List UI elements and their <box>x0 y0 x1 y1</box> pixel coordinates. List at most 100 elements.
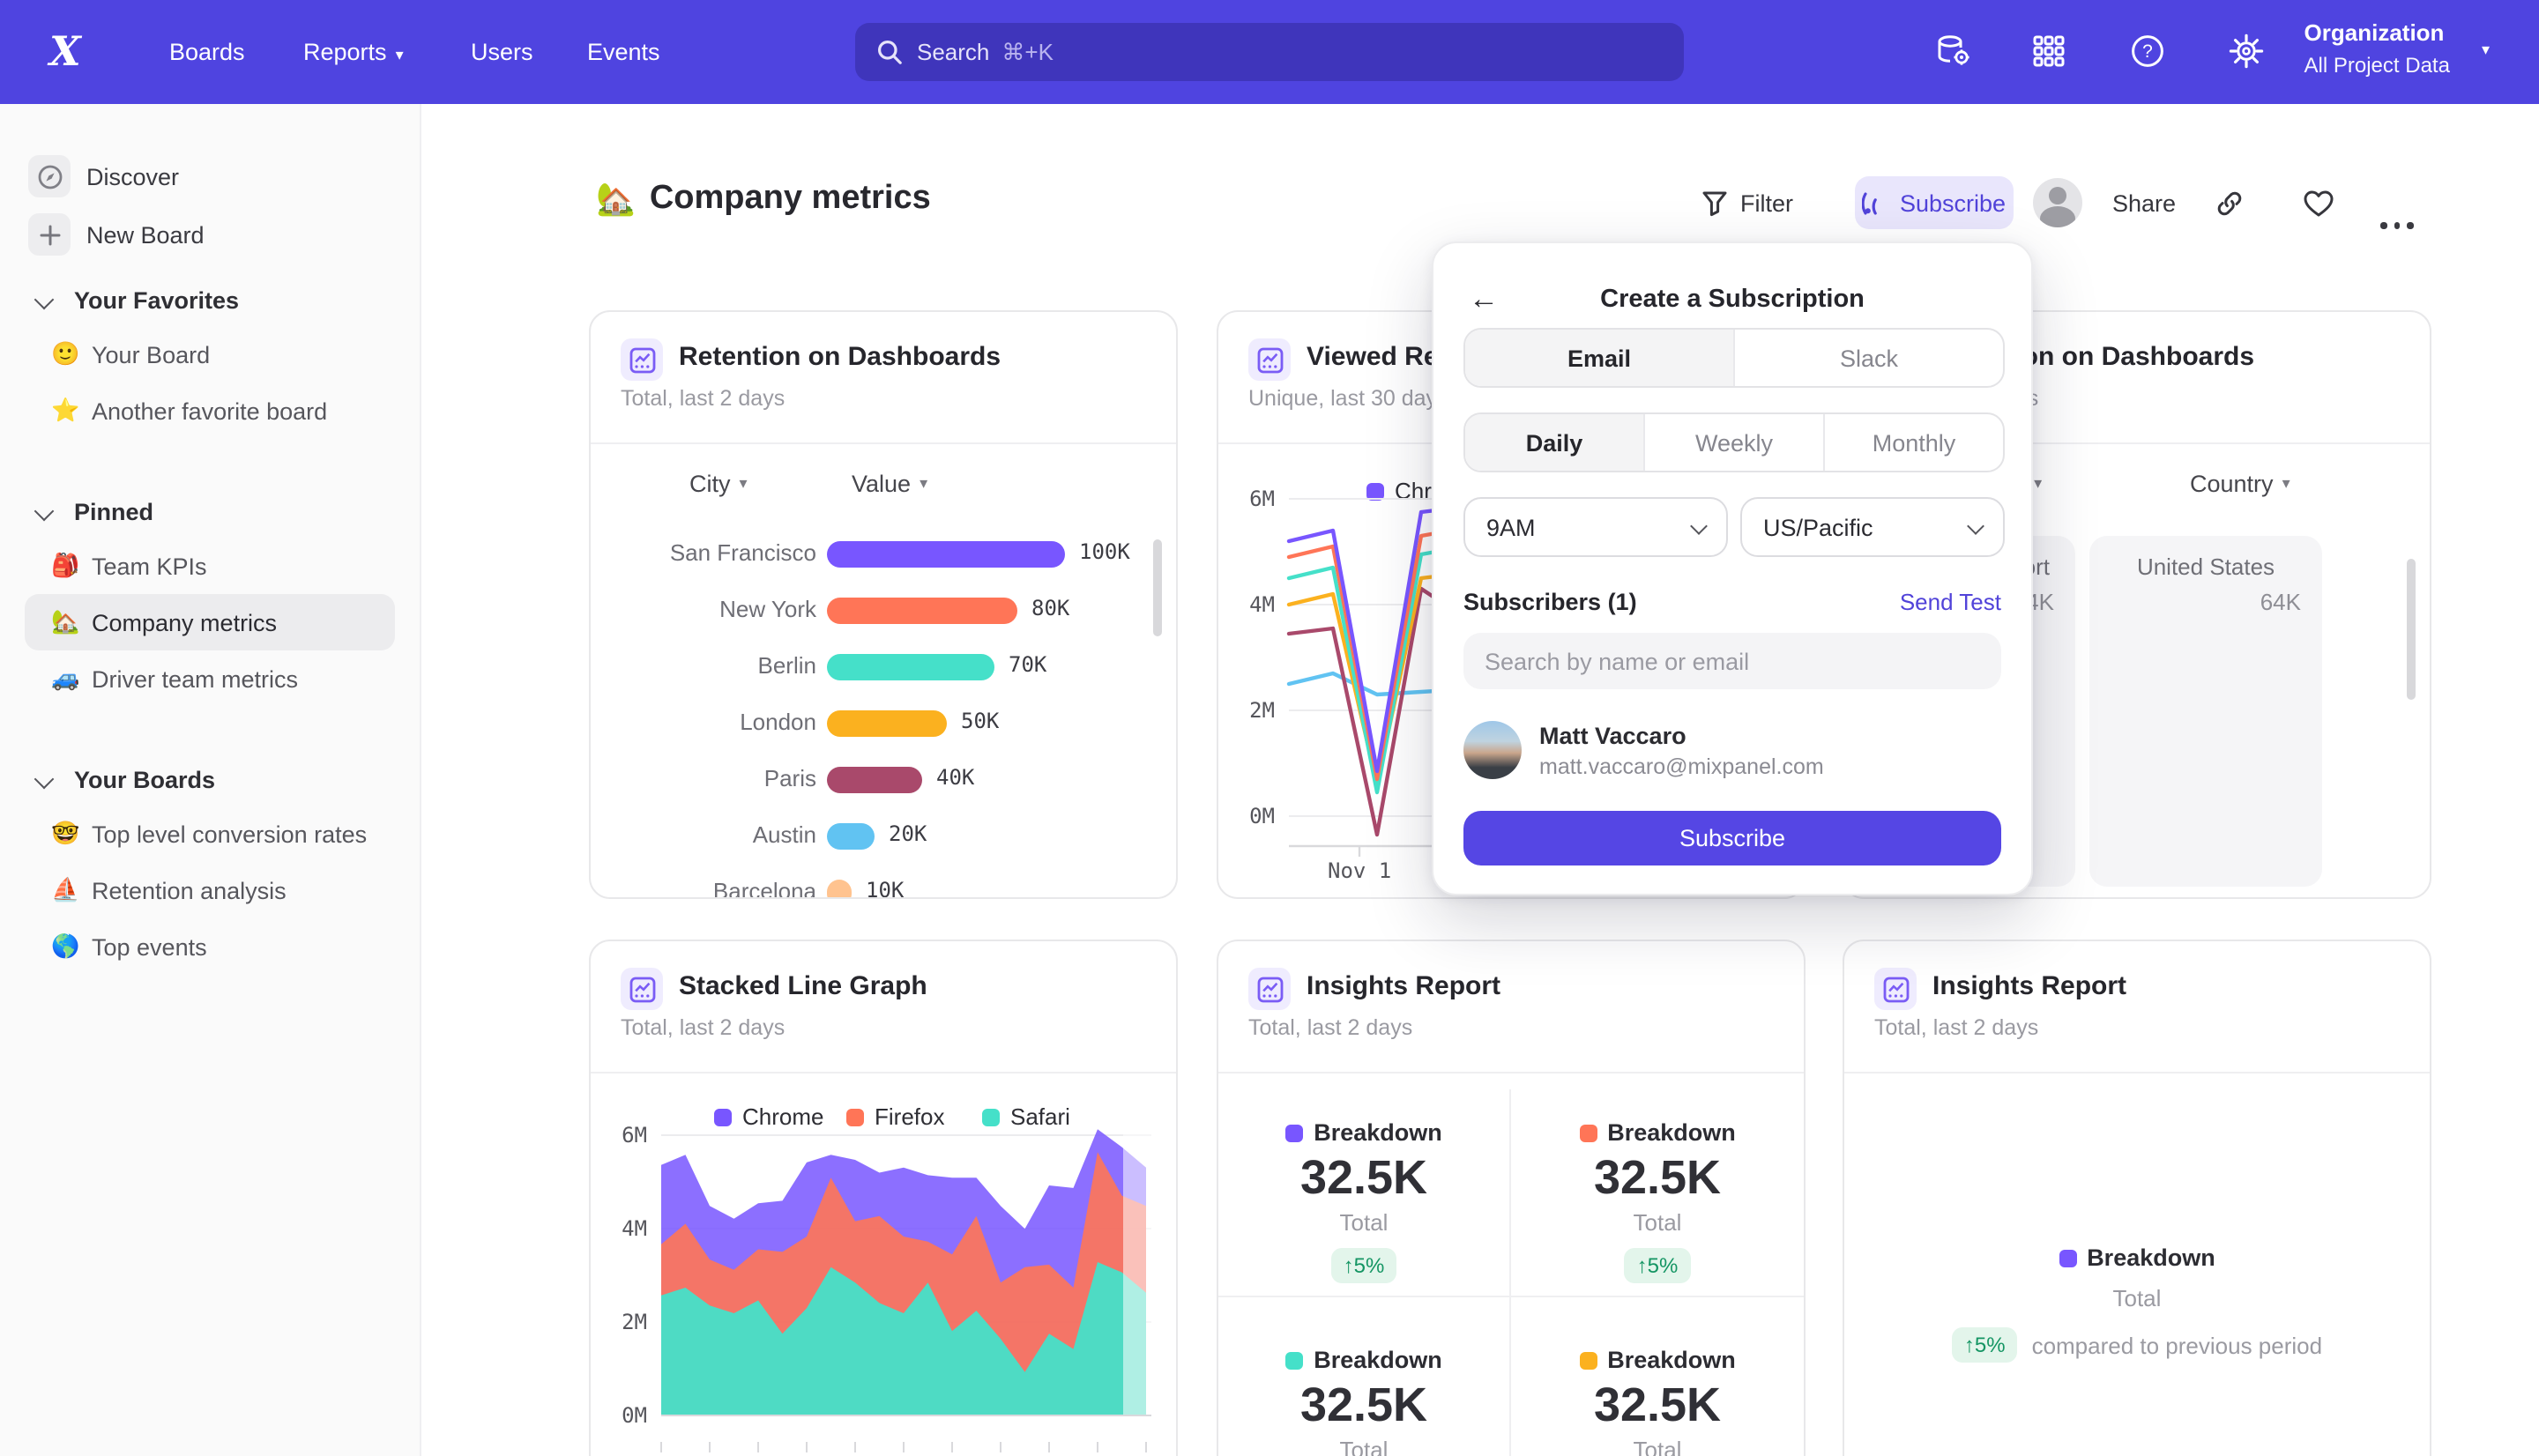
org-name: Organization <box>2304 16 2450 51</box>
column-header-city[interactable]: City <box>689 471 748 497</box>
column-header-country[interactable]: Country <box>2190 471 2290 497</box>
table-row[interactable]: Austin20K <box>591 807 1176 864</box>
sidebar-item-team-kpis[interactable]: 🎒Team KPIs <box>0 538 420 594</box>
subscribe-button[interactable]: Subscribe <box>1855 176 2014 229</box>
data-management-icon[interactable] <box>1932 30 1975 72</box>
chevron-down-icon <box>2482 32 2490 63</box>
timezone-select[interactable]: US/Pacific <box>1740 497 2005 557</box>
sidebar-section-header[interactable]: Your Boards <box>0 753 420 806</box>
x-axis-tick: Nov 1 <box>1328 858 1391 883</box>
y-axis-tick: 2M <box>1229 698 1275 723</box>
kpi-quadrant[interactable]: Breakdown32.5KTotal↑5% <box>1218 1089 1509 1283</box>
sidebar-item-driver-team-metrics[interactable]: 🚙Driver team metrics <box>0 650 420 707</box>
scrollbar[interactable] <box>2407 559 2416 700</box>
chevron-down-icon <box>34 769 55 790</box>
card-subtitle: Unique, last 30 days <box>1248 386 1448 411</box>
sidebar-item-new-board[interactable]: New Board <box>0 208 420 261</box>
card-subtitle: Total, last 2 days <box>1248 1015 1412 1040</box>
bar <box>827 710 947 737</box>
sidebar-item-company-metrics[interactable]: 🏡Company metrics <box>25 594 395 650</box>
tab-daily[interactable]: Daily <box>1465 414 1643 471</box>
report-icon <box>1874 968 1917 1010</box>
filter-button[interactable]: Filter <box>1701 176 1793 229</box>
table-row[interactable]: Paris40K <box>591 751 1176 807</box>
card-subtitle: Total, last 2 days <box>621 386 785 411</box>
chevron-down-icon <box>1967 516 1984 534</box>
table-row[interactable]: London50K <box>591 695 1176 751</box>
bar <box>827 654 994 680</box>
search-input[interactable]: Search ⌘+K <box>855 23 1684 81</box>
table-row[interactable]: Berlin70K <box>591 638 1176 695</box>
legend-item-safari[interactable]: Safari <box>982 1103 1070 1130</box>
channel-tabs: Email Slack <box>1463 328 2005 388</box>
sidebar-item-your-board[interactable]: 🙂Your Board <box>0 326 420 383</box>
subscriber-name: Matt Vaccaro <box>1539 723 1686 749</box>
tab-slack[interactable]: Slack <box>1733 330 2003 386</box>
sidebar-item-top-level-conversion-rates[interactable]: 🤓Top level conversion rates <box>0 806 420 862</box>
card-title: Stacked Line Graph <box>679 971 927 1001</box>
mixpanel-logo-icon[interactable]: X <box>49 0 81 104</box>
board-emoji: 🎒 <box>51 552 83 580</box>
nav-item-users[interactable]: Users <box>471 0 533 104</box>
card-retention-dashboards: Retention on Dashboards Total, last 2 da… <box>589 310 1178 899</box>
sidebar: Discover New Board Your Favorites🙂Your B… <box>0 104 421 1456</box>
subscribe-rss-icon <box>1863 189 1889 216</box>
tab-email[interactable]: Email <box>1465 330 1733 386</box>
segment-cell-country[interactable]: United States 64K <box>2089 536 2322 887</box>
search-shortcut: ⌘+K <box>1001 38 1054 66</box>
card-subtitle: Total, last 2 days <box>621 1015 785 1040</box>
kpi-quadrant[interactable]: Breakdown32.5KTotal↑5% <box>1218 1297 1509 1456</box>
series-dot <box>2059 1249 2076 1267</box>
table-row[interactable]: New York80K <box>591 582 1176 638</box>
y-axis-tick: 0M <box>1229 804 1275 828</box>
column-header-value[interactable]: Value <box>852 471 927 497</box>
bar <box>827 598 1017 624</box>
report-icon <box>621 968 663 1010</box>
kpi-single: Breakdown Total ↑5% compared to previous… <box>1844 1244 2430 1363</box>
table-row[interactable]: Barcelona10K <box>591 864 1176 899</box>
apps-grid-icon[interactable] <box>2028 30 2070 72</box>
org-switcher[interactable]: Organization All Project Data <box>2304 16 2490 79</box>
board-emoji: 🙂 <box>51 340 83 368</box>
send-test-link[interactable]: Send Test <box>1900 589 2001 615</box>
tab-monthly[interactable]: Monthly <box>1823 414 2003 471</box>
nav-item-boards[interactable]: Boards <box>169 0 245 104</box>
card-title: Insights Report <box>1932 971 2126 1001</box>
create-subscription-modal: ← Create a Subscription Email Slack Dail… <box>1432 241 2033 895</box>
copy-link-button[interactable] <box>2215 176 2245 229</box>
report-icon <box>1248 338 1291 381</box>
sidebar-item-another-favorite-board[interactable]: ⭐Another favorite board <box>0 383 420 439</box>
table-row[interactable]: San Francisco100K <box>591 525 1176 582</box>
board-emoji: 🏡 <box>51 608 83 636</box>
sidebar-item-label: Discover <box>86 163 179 189</box>
more-options-button[interactable] <box>2380 199 2413 252</box>
modal-subscribe-button[interactable]: Subscribe <box>1463 811 2001 865</box>
avatar[interactable] <box>2033 178 2082 227</box>
legend-item-firefox[interactable]: Firefox <box>846 1103 944 1130</box>
card-insights-report-quad: Insights Report Total, last 2 days Break… <box>1217 940 1806 1456</box>
card-title: Retention on Dashboards <box>679 342 1001 372</box>
sidebar-item-discover[interactable]: Discover <box>0 150 420 203</box>
chevron-down-icon <box>34 501 55 522</box>
kpi-quadrant[interactable]: Breakdown32.5KTotal↑5% <box>1511 1297 1804 1456</box>
compass-icon <box>28 155 71 197</box>
report-icon <box>1248 968 1291 1010</box>
share-button[interactable]: Share <box>2112 176 2176 229</box>
subscriber-search-input[interactable] <box>1463 633 2001 689</box>
filter-funnel-icon <box>1701 189 1728 216</box>
tab-weekly[interactable]: Weekly <box>1643 414 1823 471</box>
kpi-quadrant[interactable]: Breakdown32.5KTotal↑5% <box>1511 1089 1804 1283</box>
sidebar-section-header[interactable]: Your Favorites <box>0 273 420 326</box>
nav-item-reports[interactable]: Reports <box>303 0 404 104</box>
legend-item-chrome[interactable]: Chrome <box>714 1103 824 1130</box>
sidebar-item-retention-analysis[interactable]: ⛵Retention analysis <box>0 862 420 918</box>
time-select[interactable]: 9AM <box>1463 497 1728 557</box>
search-placeholder: Search <box>917 39 989 65</box>
nav-item-events[interactable]: Events <box>587 0 660 104</box>
favorite-button[interactable] <box>2303 176 2334 229</box>
help-icon[interactable]: ? <box>2126 30 2169 72</box>
sidebar-item-top-events[interactable]: 🌎Top events <box>0 918 420 975</box>
sidebar-section-header[interactable]: Pinned <box>0 485 420 538</box>
settings-gear-icon[interactable] <box>2225 30 2267 72</box>
scrollbar[interactable] <box>1153 539 1162 636</box>
